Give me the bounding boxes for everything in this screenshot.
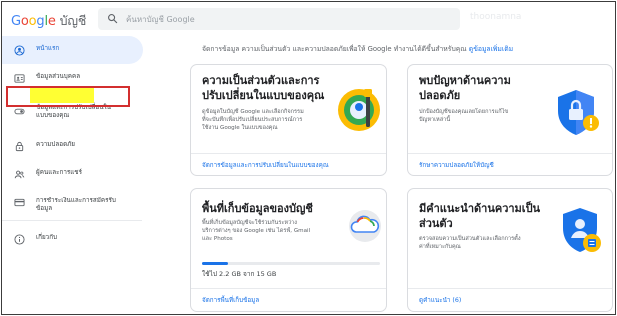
sidebar-item-payments[interactable]: การชำระเงินและการสมัครรับข้อมูล bbox=[2, 188, 152, 216]
card-description-line: ดูข้อมูลในบัญชี Google และเลือกกิจกรรม bbox=[202, 109, 304, 115]
card-description-line: ค่าที่เหมาะกับคุณ bbox=[419, 244, 461, 250]
privacy-illustration-icon bbox=[338, 89, 380, 131]
card-title-line: ส่วนตัว bbox=[419, 217, 453, 230]
card-description-line: ใช้งาน Google ในแบบของคุณ bbox=[202, 125, 278, 131]
sidebar-item-label: การชำระเงินและการสมัครรับข้อมูล bbox=[36, 197, 116, 212]
storage-progress-bar bbox=[202, 262, 380, 265]
intro-text: จัดการข้อมูล ความเป็นส่วนตัว และความปลอด… bbox=[202, 43, 513, 54]
card-title: พบปัญหาด้านความ ปลอดภัย bbox=[419, 73, 511, 103]
storage-progress-fill bbox=[202, 262, 229, 265]
view-recommendations-link[interactable]: ดูคำแนะนำ (6) bbox=[419, 295, 461, 305]
card-account-storage: พื้นที่เก็บข้อมูลของบัญชี พื้นที่เก็บข้อ… bbox=[190, 188, 387, 312]
manage-data-link[interactable]: จัดการข้อมูลและการปรับเปลี่ยนในแบบของคุณ bbox=[202, 160, 329, 170]
card-divider bbox=[191, 153, 386, 154]
card-divider bbox=[408, 288, 612, 289]
info-icon bbox=[14, 234, 25, 245]
search-icon bbox=[108, 14, 118, 24]
card-title: มีคำแนะนำด้านความเป็น ส่วนตัว bbox=[419, 201, 540, 231]
sidebar-item-home[interactable]: หน้าแรก bbox=[2, 36, 143, 64]
card-title: ความเป็นส่วนตัวและการ ปรับเปลี่ยนในแบบขอ… bbox=[202, 73, 324, 103]
card-title: พื้นที่เก็บข้อมูลของบัญชี bbox=[202, 202, 313, 215]
logo-letter: G bbox=[11, 14, 21, 29]
learn-more-link[interactable]: ดูข้อมูลเพิ่มเติม bbox=[469, 45, 513, 53]
sidebar-divider bbox=[2, 220, 142, 221]
sidebar-item-people-sharing[interactable]: ผู้คนและการแชร์ bbox=[2, 160, 152, 188]
storage-usage-text: ใช้ไป 2.2 GB จาก 15 GB bbox=[202, 270, 277, 278]
card-description: ดูข้อมูลในบัญชี Google และเลือกกิจกรรม ท… bbox=[202, 108, 304, 132]
cloud-storage-icon bbox=[349, 210, 381, 242]
credit-card-icon bbox=[14, 198, 25, 207]
card-description: ปกป้องบัญชีของคุณเลยโดยการแก้ไข ปัญหาเหล… bbox=[419, 108, 508, 124]
lock-icon bbox=[15, 141, 24, 152]
card-title-line: ความเป็นส่วนตัวและการ bbox=[202, 74, 320, 87]
card-description-line: ปัญหาเหล่านี้ bbox=[419, 117, 451, 123]
card-description-line: ปกป้องบัญชีของคุณเลยโดยการแก้ไข bbox=[419, 109, 509, 115]
home-icon bbox=[14, 45, 25, 56]
top-bar: Google บัญชี ค้นหาบัญชี Google thoonamna bbox=[2, 2, 615, 36]
card-security-issues: พบปัญหาด้านความ ปลอดภัย ปกป้องบัญชีของคุ… bbox=[407, 64, 613, 176]
card-title-line: พบปัญหาด้านความ bbox=[419, 74, 511, 87]
card-description-line: ตรวจสอบความเป็นส่วนตัวและเลือกการตั้ง bbox=[419, 236, 521, 242]
security-shield-icon bbox=[558, 90, 599, 135]
sidebar-item-about[interactable]: เกี่ยวกับ bbox=[2, 225, 152, 253]
card-description-line: ที่จะบันทึกเพื่อปรับเปลี่ยนประสบการณ์การ bbox=[202, 117, 303, 123]
card-description: พื้นที่เก็บข้อมูลบัญชีจะใช้ร่วมกันระหว่า… bbox=[202, 219, 310, 243]
watermark-text: thoonamna bbox=[470, 12, 522, 22]
search-input[interactable]: ค้นหาบัญชี Google bbox=[98, 8, 460, 30]
sidebar-item-label: ข้อมูลส่วนบุคคล bbox=[36, 73, 81, 80]
people-icon bbox=[14, 170, 25, 179]
google-account-logo[interactable]: Google บัญชี bbox=[11, 11, 86, 31]
app-window: Google บัญชี ค้นหาบัญชี Google thoonamna… bbox=[1, 1, 616, 315]
search-placeholder: ค้นหาบัญชี Google bbox=[126, 15, 195, 24]
id-card-icon bbox=[14, 74, 25, 83]
card-divider bbox=[191, 288, 386, 289]
logo-letter: o bbox=[20, 14, 29, 29]
card-title-line: มีคำแนะนำด้านความเป็น bbox=[419, 202, 541, 215]
intro-description: จัดการข้อมูล ความเป็นส่วนตัว และความปลอด… bbox=[202, 45, 467, 53]
card-divider bbox=[408, 153, 612, 154]
account-label: บัญชี bbox=[59, 13, 87, 28]
sidebar-item-label: เกี่ยวกับ bbox=[36, 234, 57, 241]
sidebar-item-label: ความปลอดภัย bbox=[36, 141, 76, 148]
logo-letter: e bbox=[47, 14, 56, 29]
card-privacy-recommendations: มีคำแนะนำด้านความเป็น ส่วนตัว ตรวจสอบควา… bbox=[407, 188, 613, 312]
sidebar: หน้าแรก ข้อมูลส่วนบุคคล ข้อมูลและการปรับ… bbox=[2, 36, 152, 253]
privacy-checkup-icon bbox=[563, 208, 601, 252]
toggle-icon bbox=[14, 108, 25, 115]
card-description-line: บริการต่างๆ ของ Google เช่น ไดรฟ์, Gmail bbox=[202, 228, 311, 234]
secure-account-link[interactable]: รักษาความปลอดภัยให้บัญชี bbox=[419, 160, 494, 170]
card-description-line: พื้นที่เก็บข้อมูลบัญชีจะใช้ร่วมกันระหว่า… bbox=[202, 220, 298, 226]
highlight-box bbox=[6, 86, 130, 107]
card-description: ตรวจสอบความเป็นส่วนตัวและเลือกการตั้ง ค่… bbox=[419, 235, 521, 251]
sidebar-item-label: หน้าแรก bbox=[36, 45, 60, 52]
card-privacy-personalization: ความเป็นส่วนตัวและการ ปรับเปลี่ยนในแบบขอ… bbox=[190, 64, 387, 176]
manage-storage-link[interactable]: จัดการพื้นที่เก็บข้อมูล bbox=[202, 295, 259, 305]
sidebar-item-label: ผู้คนและการแชร์ bbox=[36, 169, 82, 176]
card-title-line: ปลอดภัย bbox=[419, 89, 461, 102]
sidebar-item-security[interactable]: ความปลอดภัย bbox=[2, 132, 152, 160]
card-description-line: และ Photos bbox=[202, 236, 233, 242]
card-title-line: ปรับเปลี่ยนในแบบของคุณ bbox=[202, 89, 325, 102]
